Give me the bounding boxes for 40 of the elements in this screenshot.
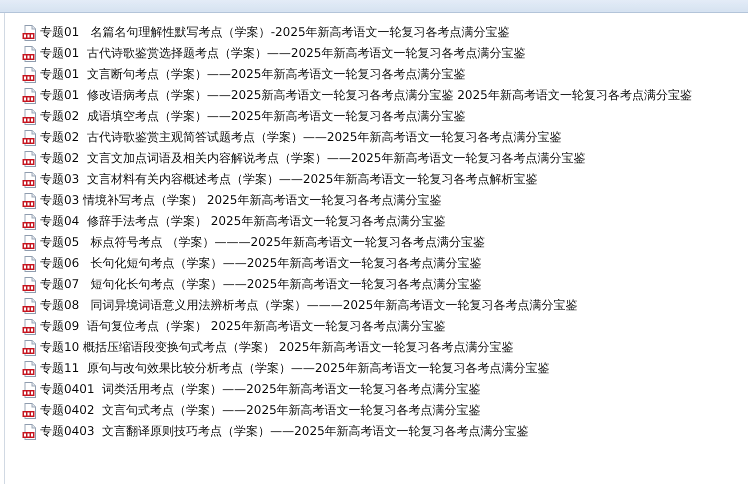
file-name[interactable]: 专题02 文言文加点词语及相关内容解说考点（学案）——2025年新高考语文一轮复习各考点满分宝鉴 (40, 150, 586, 167)
pdf-file-icon (22, 276, 38, 292)
pdf-file-icon (22, 88, 38, 104)
file-name[interactable]: 专题04 修辞手法考点（学案） 2025年新高考语文一轮复习各考点满分宝鉴 (40, 213, 446, 230)
file-name[interactable]: 专题06 长句化短句考点（学案）——2025年新高考语文一轮复习各考点满分宝鉴 (40, 255, 482, 272)
pdf-file-icon (22, 382, 38, 398)
pdf-file-icon (22, 46, 38, 62)
file-name[interactable]: 专题01 修改语病考点（学案）——2025新高考语文一轮复习各考点满分宝鉴 2025年新高考语文一轮复习各考点满分宝鉴 (40, 87, 692, 104)
file-name[interactable]: 专题0401 词类活用考点（学案）——2025年新高考语文一轮复习各考点满分宝鉴 (40, 381, 481, 398)
pdf-file-icon (22, 256, 38, 272)
file-name[interactable]: 专题02 古代诗歌鉴赏主观简答试题考点（学案）——2025年新高考语文一轮复习各考点满分宝鉴 (40, 129, 562, 146)
file-name[interactable]: 专题0403 文言翻译原则技巧考点（学案）——2025年新高考语文一轮复习各考点满分宝鉴 (40, 423, 529, 440)
pdf-file-icon (22, 234, 38, 250)
file-name[interactable]: 专题11 原句与改句效果比较分析考点（学案）——2025年新高考语文一轮复习各考点满分宝鉴 (40, 360, 550, 377)
pdf-file-icon (22, 150, 38, 166)
file-name[interactable]: 专题03 情境补写考点（学案） 2025年新高考语文一轮复习各考点满分宝鉴 (40, 192, 442, 209)
file-name[interactable]: 专题08 同词异境词语意义用法辨析考点（学案）———2025年新高考语文一轮复习各考点满分宝鉴 (40, 297, 578, 314)
pdf-file-icon (22, 402, 38, 418)
pdf-file-icon (22, 298, 38, 314)
file-name[interactable]: 专题03 文言材料有关内容概述考点（学案）——2025年新高考语文一轮复习各考点解析宝鉴 (40, 171, 538, 188)
pdf-file-icon (22, 424, 38, 440)
pdf-file-icon (22, 192, 38, 208)
pdf-file-icon (22, 172, 38, 188)
pdf-file-icon (22, 130, 38, 146)
file-name[interactable]: 专题10 概括压缩语段变换句式考点（学案） 2025年新高考语文一轮复习各考点满分宝鉴 (40, 339, 514, 356)
file-name[interactable]: 专题02 成语填空考点（学案）——2025年新高考语文一轮复习各考点满分宝鉴 (40, 108, 466, 125)
file-name[interactable]: 专题07 短句化长句考点（学案）——2025年新高考语文一轮复习各考点满分宝鉴 (40, 276, 482, 293)
pdf-file-icon (22, 66, 38, 82)
pdf-file-icon (22, 340, 38, 356)
file-name[interactable]: 专题01 文言断句考点（学案）——2025年新高考语文一轮复习各考点满分宝鉴 (40, 66, 466, 83)
pdf-file-icon (22, 318, 38, 334)
file-name[interactable]: 专题0402 文言句式考点（学案）——2025年新高考语文一轮复习各考点满分宝鉴 (40, 402, 481, 419)
file-name[interactable]: 专题05 标点符号考点 （学案）———2025年新高考语文一轮复习各考点满分宝鉴 (40, 234, 486, 251)
pdf-file-icon (22, 214, 38, 230)
file-name[interactable]: 专题01 古代诗歌鉴赏选择题考点（学案）——2025年新高考语文一轮复习各考点满分宝鉴 (40, 45, 526, 62)
pdf-file-icon (22, 24, 38, 40)
file-name[interactable]: 专题01 名篇名句理解性默写考点（学案）-2025年新高考语文一轮复习各考点满分宝鉴 (40, 24, 510, 41)
pdf-file-icon (22, 360, 38, 376)
file-name[interactable]: 专题09 语句复位考点（学案） 2025年新高考语文一轮复习各考点满分宝鉴 (40, 318, 446, 335)
pdf-file-icon (22, 108, 38, 124)
